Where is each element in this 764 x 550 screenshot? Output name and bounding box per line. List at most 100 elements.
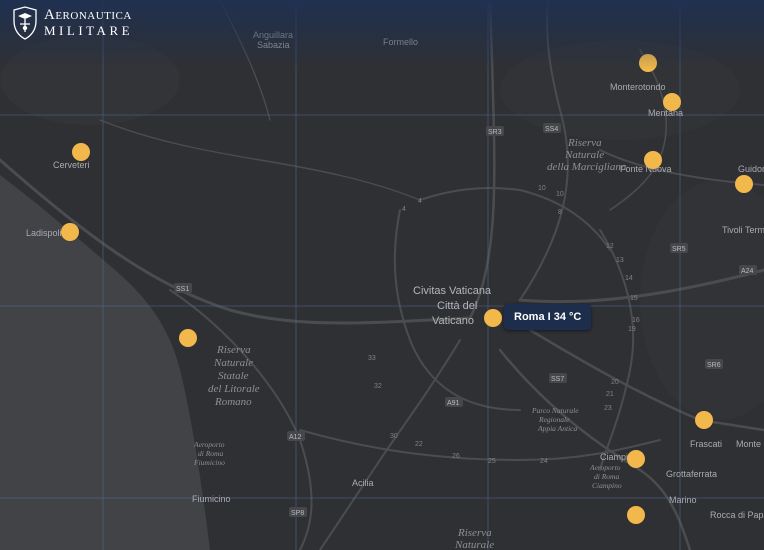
place-grottaferrata: Grottaferrata xyxy=(666,469,717,479)
km-marker: 20 xyxy=(611,379,619,386)
area-marcigliana-3: della Marcigliana xyxy=(547,161,627,173)
place-citta-del: Città del xyxy=(437,300,477,312)
area-ciampino-airport-2: di Roma xyxy=(594,472,619,481)
station-marker-monterotondo-north[interactable] xyxy=(639,54,657,72)
place-monterotondo: Monterotondo xyxy=(610,82,666,92)
km-marker: 24 xyxy=(540,458,548,465)
area-fiumicino-airport-3: Fiumicino xyxy=(193,458,225,467)
km-marker: 26 xyxy=(452,453,460,460)
station-marker-litorale[interactable] xyxy=(179,329,197,347)
air-force-crest-icon xyxy=(13,6,37,40)
svg-text:A24: A24 xyxy=(741,268,754,275)
station-marker-guidonia[interactable] xyxy=(735,175,753,193)
km-marker: 4 xyxy=(418,198,422,205)
station-marker-ladispoli[interactable] xyxy=(61,223,79,241)
tooltip-city: Roma xyxy=(514,311,545,323)
area-ciampino-airport-1: Aeroporto xyxy=(589,463,621,472)
place-cerveteri: Cerveteri xyxy=(53,160,90,170)
area-litorale-4: del Litorale xyxy=(208,383,260,395)
map-canvas[interactable]: Anguillara Sabazia Formello Monterotondo… xyxy=(0,0,764,550)
station-marker-fonte-nuova[interactable] xyxy=(644,151,662,169)
area-appia-1: Parco Naturale xyxy=(531,406,579,415)
brand-logo[interactable]: Aeronautica MILITARE xyxy=(12,6,133,40)
km-marker: 10 xyxy=(556,191,564,198)
shield-a12: A12 xyxy=(287,431,305,441)
svg-text:SS1: SS1 xyxy=(176,286,189,293)
km-marker: 19 xyxy=(628,326,636,333)
area-south-1: Riserva xyxy=(457,527,492,539)
svg-text:A91: A91 xyxy=(447,400,460,407)
svg-text:A12: A12 xyxy=(289,434,302,441)
area-litorale-3: Statale xyxy=(218,370,249,382)
place-fonte-nuova: Fonte Nuova xyxy=(620,164,672,174)
svg-text:SR3: SR3 xyxy=(488,129,502,136)
km-marker: 32 xyxy=(374,383,382,390)
area-marcigliana-2: Naturale xyxy=(564,149,604,161)
shield-sr5: SR5 xyxy=(670,243,688,253)
area-litorale-5: Romano xyxy=(214,396,252,408)
place-rocca-di-papa: Rocca di Papa xyxy=(710,510,764,520)
km-marker: 25 xyxy=(488,458,496,465)
area-litorale-2: Naturale xyxy=(213,357,253,369)
tooltip-separator: I xyxy=(544,311,554,323)
km-marker: 16 xyxy=(632,317,640,324)
svg-text:SR5: SR5 xyxy=(672,246,686,253)
place-marino: Marino xyxy=(669,495,697,505)
place-vaticano: Vaticano xyxy=(432,315,474,327)
place-ladispoli: Ladispoli xyxy=(26,228,62,238)
area-appia-3: Appia Antica xyxy=(537,424,577,433)
station-marker-frascati[interactable] xyxy=(695,411,713,429)
km-marker: 14 xyxy=(625,275,633,282)
place-tivoli-terme: Tivoli Terme xyxy=(722,225,764,235)
place-frascati: Frascati xyxy=(690,439,722,449)
area-ciampino-airport-3: Ciampino xyxy=(592,481,622,490)
tooltip-temperature: 34 °C xyxy=(553,311,582,323)
km-marker: 8 xyxy=(558,209,562,216)
place-monte: Monte xyxy=(736,439,761,449)
km-marker: 21 xyxy=(606,391,614,398)
place-formello: Formello xyxy=(383,37,418,47)
km-marker: 13 xyxy=(616,257,624,264)
shield-a91: A91 xyxy=(445,397,463,407)
svg-text:SS7: SS7 xyxy=(551,376,564,383)
shield-sr3: SR3 xyxy=(486,126,504,136)
station-marker-ciampino[interactable] xyxy=(627,450,645,468)
station-marker-marino[interactable] xyxy=(627,506,645,524)
area-appia-2: Regionale xyxy=(538,415,570,424)
place-fiumicino: Fiumicino xyxy=(192,494,231,504)
km-marker: 15 xyxy=(630,295,638,302)
shield-sp8: SP8 xyxy=(289,507,307,517)
svg-text:SP8: SP8 xyxy=(291,510,304,517)
km-marker: 10 xyxy=(538,185,546,192)
place-mentana: Mentana xyxy=(648,108,683,118)
area-fiumicino-airport-1: Aeroporto xyxy=(193,440,225,449)
shield-sr6: SR6 xyxy=(705,359,723,369)
place-civitas-vaticana: Civitas Vaticana xyxy=(413,285,492,297)
station-marker-cerveteri[interactable] xyxy=(72,143,90,161)
shield-ss7: SS7 xyxy=(549,373,567,383)
area-litorale-1: Riserva xyxy=(216,344,251,356)
city-temperature-tooltip: Roma I 34 °C xyxy=(504,304,592,330)
station-marker-mentana[interactable] xyxy=(663,93,681,111)
km-marker: 12 xyxy=(606,243,614,250)
svg-text:SS4: SS4 xyxy=(545,126,558,133)
km-marker: 30 xyxy=(390,433,398,440)
area-fiumicino-airport-2: di Roma xyxy=(198,449,223,458)
place-anguillara: Anguillara xyxy=(253,30,293,40)
km-marker: 23 xyxy=(604,405,612,412)
km-marker: 22 xyxy=(415,441,423,448)
place-acilia: Acilia xyxy=(352,478,374,488)
brand-line1: Aeronautica xyxy=(44,7,132,23)
area-marcigliana-1: Riserva xyxy=(567,137,602,149)
brand-line2: MILITARE xyxy=(44,23,134,38)
svg-text:SR6: SR6 xyxy=(707,362,721,369)
km-marker: 4 xyxy=(402,206,406,213)
place-guidonia: Guidonia xyxy=(738,164,764,174)
station-marker-roma[interactable] xyxy=(484,309,502,327)
shield-ss4: SS4 xyxy=(543,123,561,133)
km-marker: 33 xyxy=(368,355,376,362)
area-south-2: Naturale xyxy=(454,539,494,550)
shield-a24: A24 xyxy=(739,265,757,275)
shield-ss1: SS1 xyxy=(174,283,192,293)
place-sabazia: Sabazia xyxy=(257,40,290,50)
